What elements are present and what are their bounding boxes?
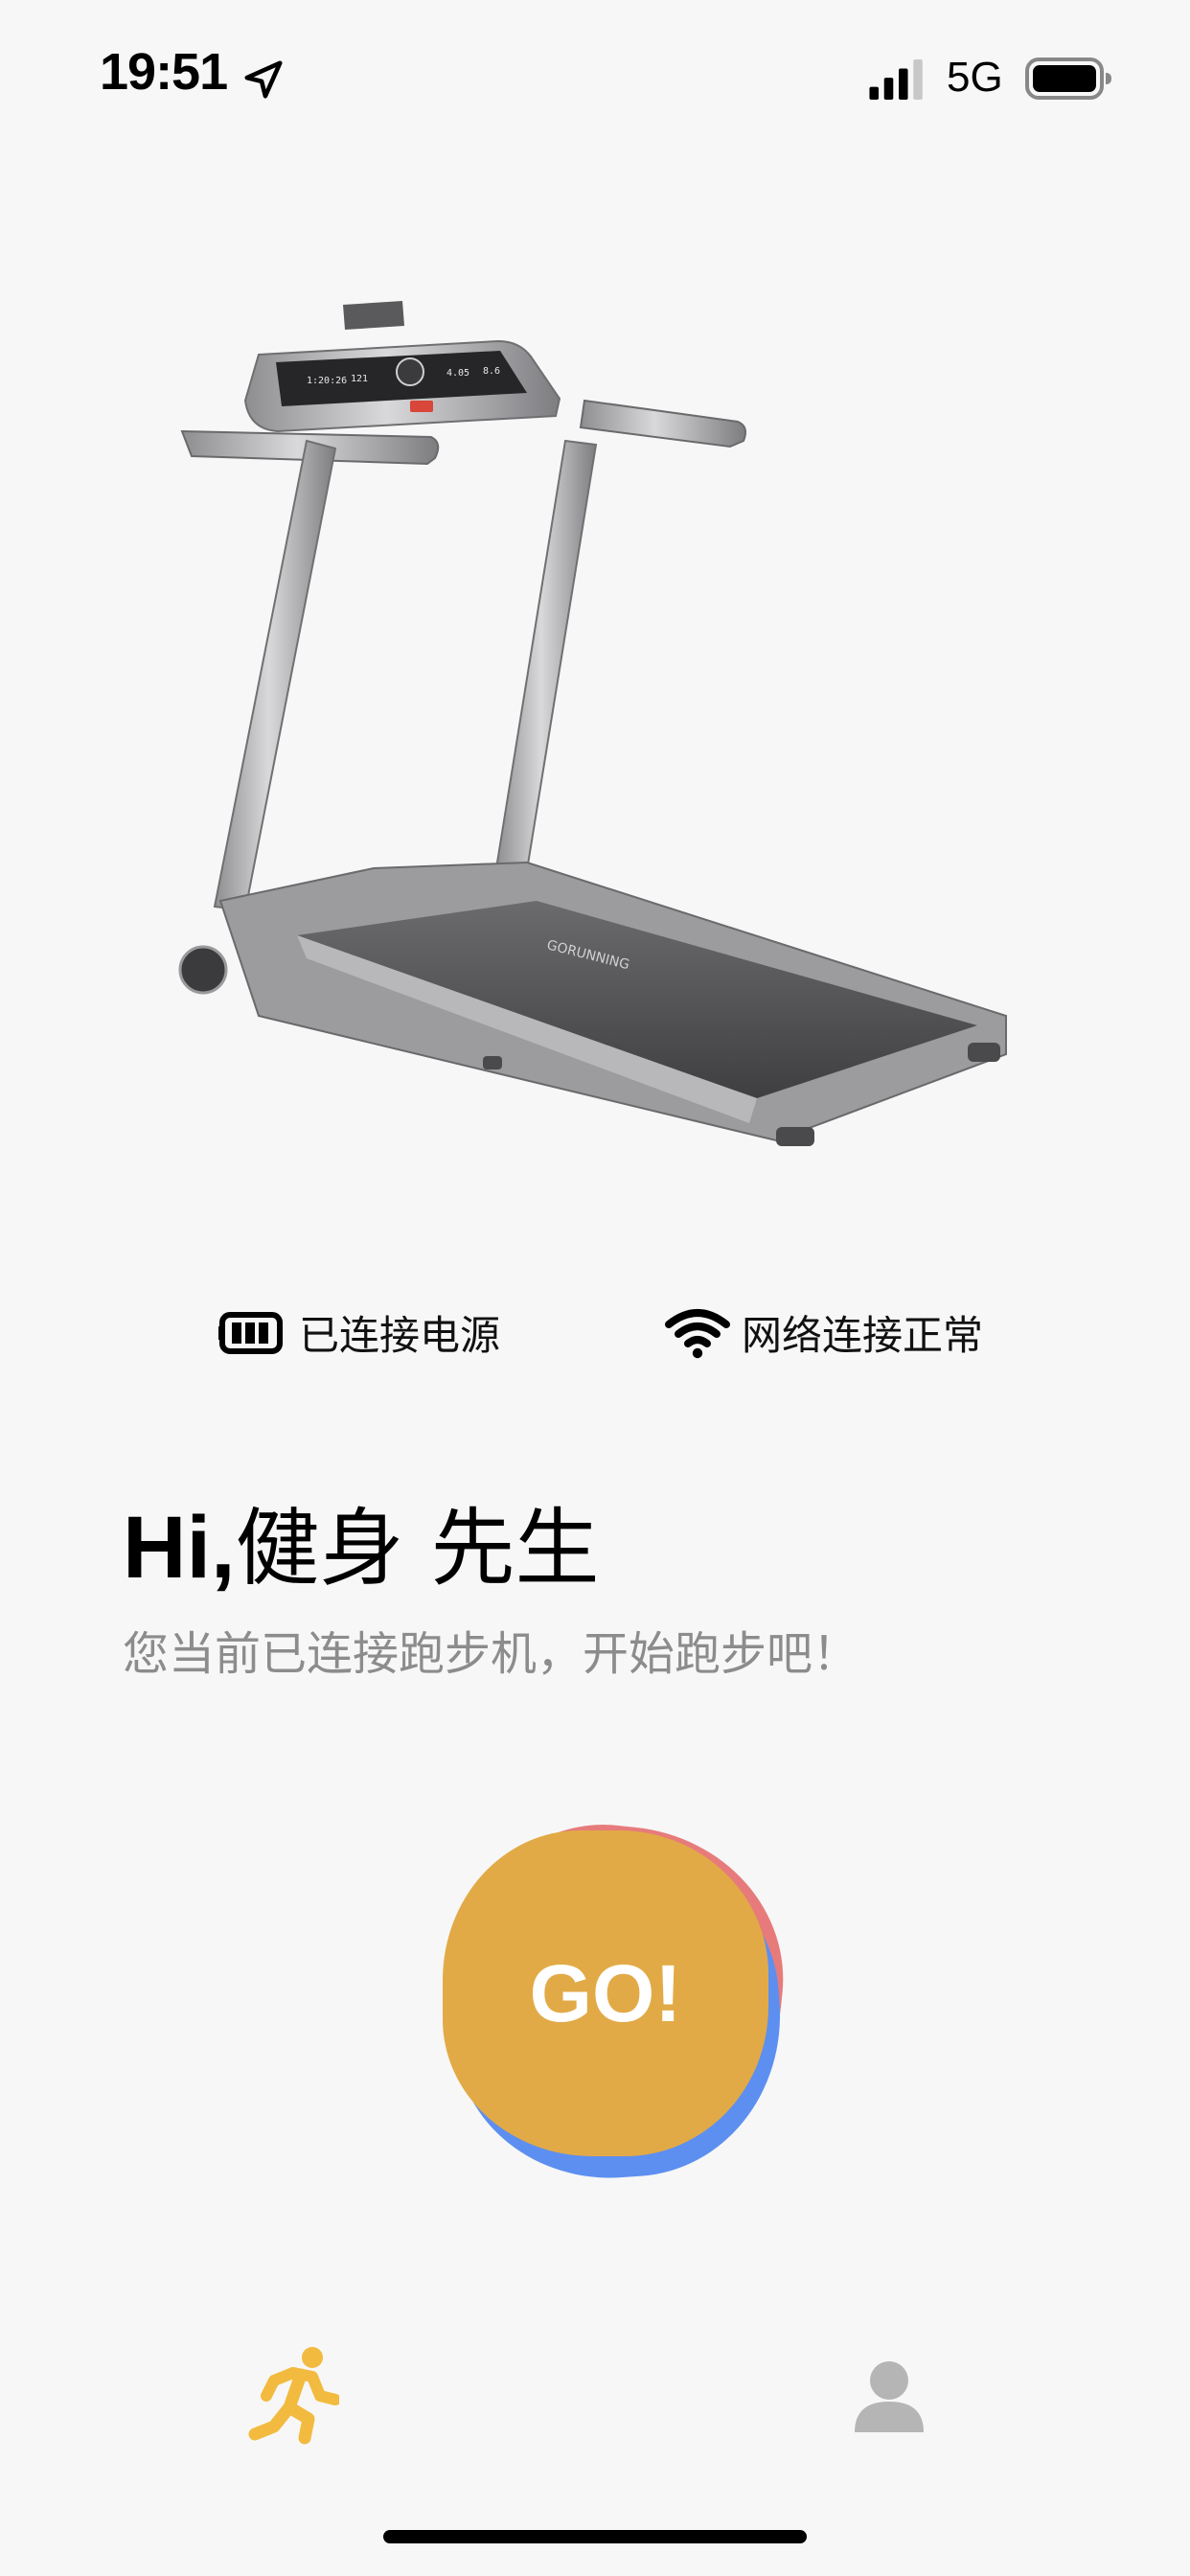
person-icon xyxy=(855,2361,924,2432)
power-status-label: 已连接电源 xyxy=(299,1312,501,1359)
running-person-icon xyxy=(248,2347,339,2445)
go-button[interactable]: GO! xyxy=(443,1830,768,2156)
wifi-icon xyxy=(665,1308,730,1358)
svg-text:121: 121 xyxy=(351,374,368,384)
treadmill-image: 1:20:26 121 4.05 8.6 GORUNNING xyxy=(178,301,1007,1146)
status-bar: 19:51 5G xyxy=(0,0,1190,153)
signal-bars-icon xyxy=(869,59,923,100)
svg-text:4.05: 4.05 xyxy=(446,368,469,379)
tab-run[interactable] xyxy=(236,2338,351,2453)
greeting-title: Hi,健身 先生 xyxy=(123,1495,600,1601)
greeting-subtitle: 您当前已连接跑步机，开始跑步吧！ xyxy=(123,1627,859,1681)
network-status-label: 网络连接正常 xyxy=(742,1312,984,1359)
greeting-hi: Hi, xyxy=(123,1499,236,1597)
location-arrow-icon xyxy=(244,60,283,99)
battery-icon xyxy=(1025,58,1111,100)
status-time: 19:51 xyxy=(100,43,228,101)
svg-text:8.6: 8.6 xyxy=(483,366,500,377)
network-type-label: 5G xyxy=(947,54,1003,101)
device-status-row: 已连接电源 网络连接正常 xyxy=(0,1303,1190,1370)
battery-full-icon xyxy=(218,1311,283,1354)
power-status: 已连接电源 xyxy=(218,1303,500,1362)
go-button-container: GO! xyxy=(440,1810,798,2189)
greeting-user-name: 健身 先生 xyxy=(235,1499,600,1598)
home-indicator[interactable] xyxy=(383,2530,807,2543)
bottom-tab-bar xyxy=(0,2319,1190,2492)
network-status: 网络连接正常 xyxy=(665,1303,983,1362)
svg-text:1:20:26: 1:20:26 xyxy=(307,376,347,386)
tab-profile[interactable] xyxy=(832,2338,947,2453)
